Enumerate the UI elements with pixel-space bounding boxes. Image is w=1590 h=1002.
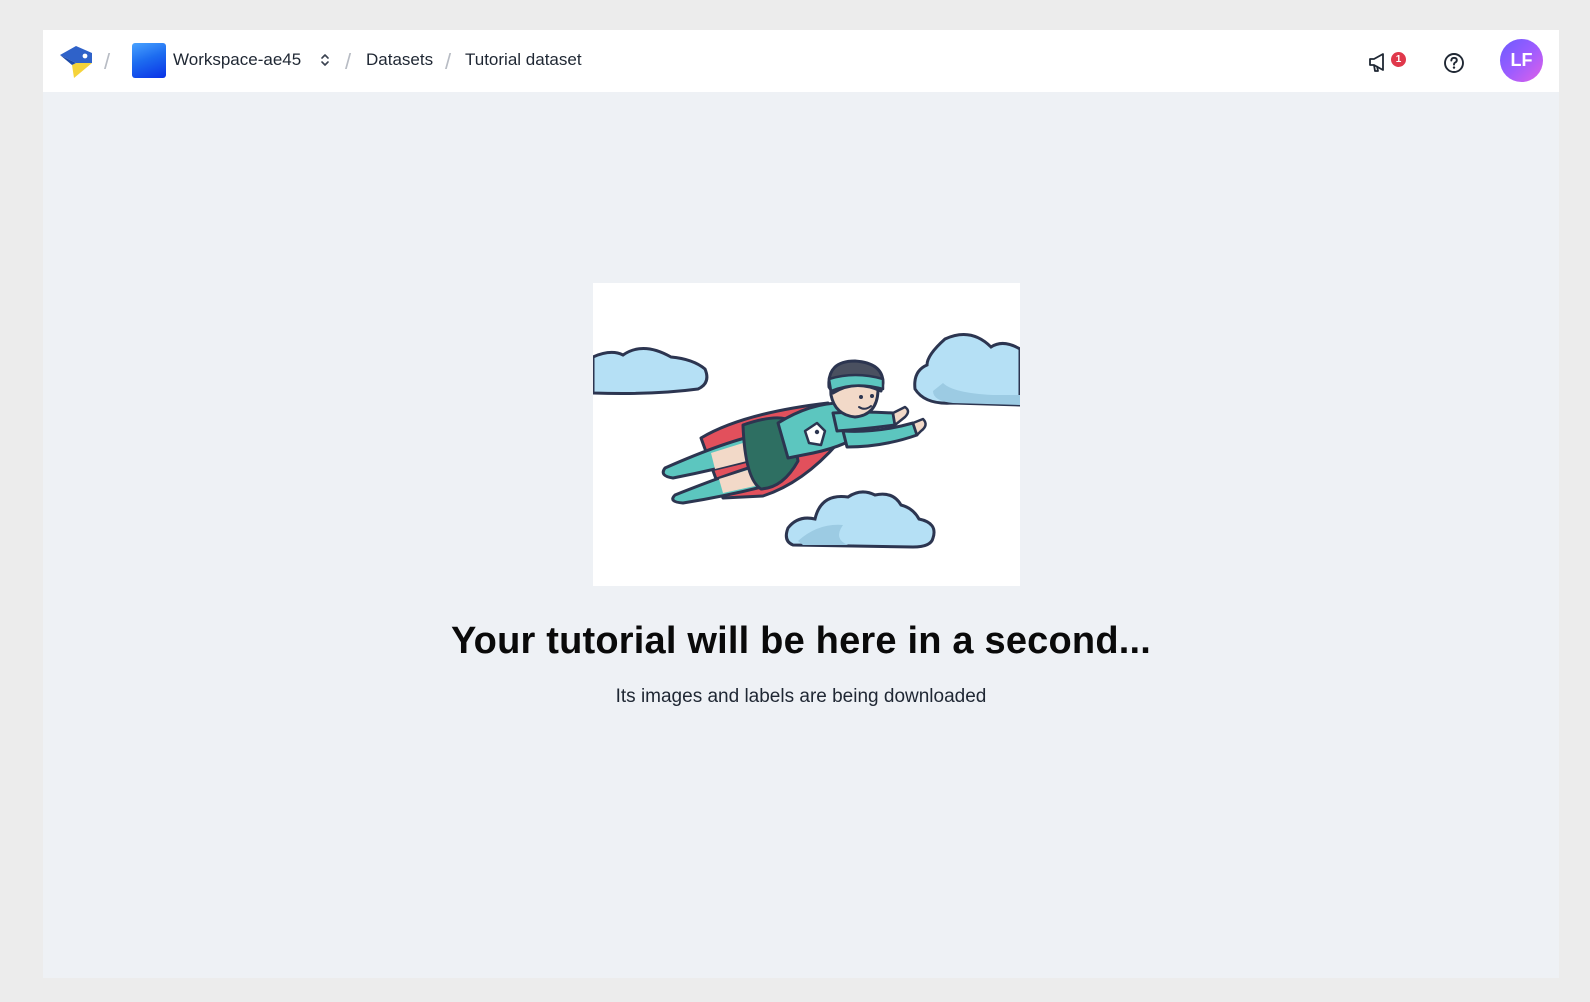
hero-hand	[911, 417, 927, 437]
breadcrumb-datasets[interactable]: Datasets	[366, 50, 433, 70]
workspace-avatar[interactable]	[132, 43, 166, 78]
user-avatar[interactable]: LF	[1500, 39, 1543, 82]
breadcrumb-separator: /	[345, 49, 352, 74]
breadcrumb-separator: /	[104, 49, 111, 74]
flying-hero-illustration	[593, 283, 1020, 586]
workspace-selector[interactable]: Workspace-ae45	[173, 50, 301, 70]
chevron-updown-icon[interactable]	[319, 52, 331, 68]
app-window: / Workspace-ae45 / Datasets / Tutorial d…	[43, 30, 1559, 978]
page-subtitle: Its images and labels are being download…	[615, 686, 987, 707]
breadcrumb-current: Tutorial dataset	[465, 50, 582, 69]
hero-hand	[891, 405, 910, 427]
breadcrumb-separator: /	[445, 49, 452, 74]
top-bar: / Workspace-ae45 / Datasets / Tutorial d…	[43, 30, 1559, 92]
notification-badge: 1	[1391, 52, 1406, 67]
cloud	[593, 347, 709, 395]
page-title: Your tutorial will be here in a second..…	[450, 620, 1152, 662]
help-icon[interactable]	[1439, 47, 1469, 77]
app-logo-icon[interactable]	[58, 43, 94, 79]
